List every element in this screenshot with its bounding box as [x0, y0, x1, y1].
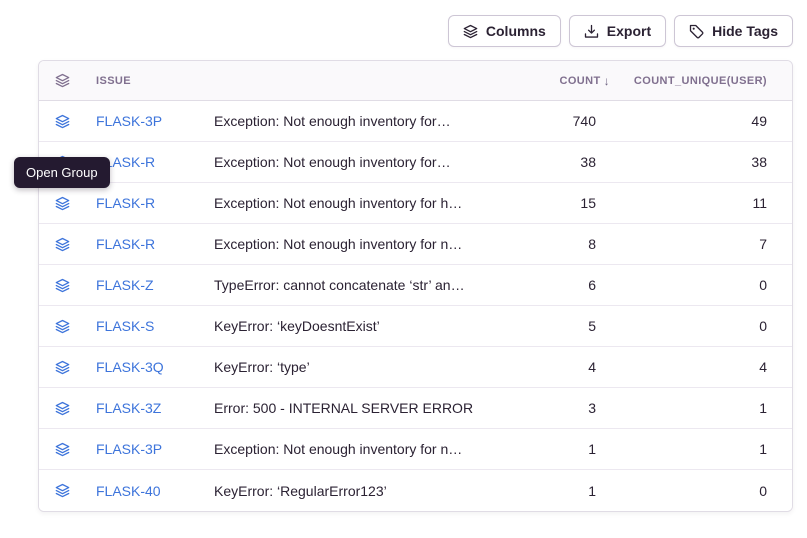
- issue-link[interactable]: FLASK-3P: [96, 113, 162, 129]
- columns-button-label: Columns: [486, 23, 546, 39]
- issue-title: Exception: Not enough inventory for n…: [214, 236, 502, 252]
- issue-stack-icon[interactable]: [55, 237, 70, 252]
- count-unique-value: 0: [622, 483, 792, 499]
- header-count-label: COUNT: [559, 75, 600, 87]
- issue-stack-icon-cell: [39, 237, 85, 252]
- count-unique-value: 0: [622, 318, 792, 334]
- table-row: FLASK-S KeyError: ‘keyDoesntExist’ 5 0: [39, 306, 792, 347]
- issue-stack-icon-cell: [39, 401, 85, 416]
- issue-link[interactable]: FLASK-40: [96, 483, 161, 499]
- count-value: 740: [502, 113, 622, 129]
- download-icon: [584, 24, 599, 39]
- issue-title: TypeError: cannot concatenate ‘str’ an…: [214, 277, 502, 293]
- count-unique-value: 1: [622, 441, 792, 457]
- issue-stack-icon-cell: [39, 442, 85, 457]
- count-value: 4: [502, 359, 622, 375]
- issue-link[interactable]: FLASK-3Q: [96, 359, 164, 375]
- table-header: ISSUE COUNT ↓ COUNT_UNIQUE(USER): [39, 61, 792, 101]
- export-button-label: Export: [607, 23, 651, 39]
- issue-title: Exception: Not enough inventory for…: [214, 154, 502, 170]
- count-value: 38: [502, 154, 622, 170]
- issue-link[interactable]: FLASK-R: [96, 236, 155, 252]
- count-unique-value: 38: [622, 154, 792, 170]
- issue-column-stack-icon: [55, 73, 70, 88]
- issue-stack-icon-cell: [39, 483, 85, 498]
- issue-title: KeyError: ‘type’: [214, 359, 502, 375]
- sort-descending-icon: ↓: [604, 74, 610, 88]
- table-row: FLASK-R Exception: Not enough inventory …: [39, 224, 792, 265]
- count-value: 3: [502, 400, 622, 416]
- count-value: 1: [502, 441, 622, 457]
- issue-stack-icon-cell: [39, 114, 85, 129]
- table-row: FLASK-R Exception: Not enough inventory …: [39, 142, 792, 183]
- table-row: FLASK-40 KeyError: ‘RegularError123’ 1 0: [39, 470, 792, 511]
- count-value: 1: [502, 483, 622, 499]
- issue-stack-icon-cell: [39, 360, 85, 375]
- hide-tags-button-label: Hide Tags: [712, 23, 778, 39]
- count-unique-value: 4: [622, 359, 792, 375]
- issue-stack-icon-cell: [39, 196, 85, 211]
- open-group-tooltip: Open Group: [14, 157, 110, 188]
- issue-title: Exception: Not enough inventory for h…: [214, 195, 502, 211]
- header-count-unique[interactable]: COUNT_UNIQUE(USER): [622, 75, 792, 87]
- issue-stack-icon[interactable]: [55, 278, 70, 293]
- issue-title: Error: 500 - INTERNAL SERVER ERROR: [214, 400, 502, 416]
- issue-link[interactable]: FLASK-3P: [96, 441, 162, 457]
- table-row: FLASK-Z TypeError: cannot concatenate ‘s…: [39, 265, 792, 306]
- issue-stack-icon[interactable]: [55, 483, 70, 498]
- issue-title: Exception: Not enough inventory for…: [214, 113, 502, 129]
- export-button[interactable]: Export: [569, 15, 666, 47]
- count-unique-value: 11: [622, 195, 792, 211]
- issue-stack-icon[interactable]: [55, 442, 70, 457]
- issue-link[interactable]: FLASK-Z: [96, 277, 154, 293]
- issue-stack-icon[interactable]: [55, 196, 70, 211]
- issue-stack-icon[interactable]: [55, 360, 70, 375]
- count-unique-value: 0: [622, 277, 792, 293]
- issue-stack-icon[interactable]: [55, 114, 70, 129]
- count-unique-value: 1: [622, 400, 792, 416]
- count-value: 5: [502, 318, 622, 334]
- results-table: ISSUE COUNT ↓ COUNT_UNIQUE(USER) FLASK-3…: [38, 60, 793, 512]
- table-row: FLASK-R Exception: Not enough inventory …: [39, 183, 792, 224]
- table-row: FLASK-3P Exception: Not enough inventory…: [39, 429, 792, 470]
- issue-title: Exception: Not enough inventory for n…: [214, 441, 502, 457]
- count-value: 8: [502, 236, 622, 252]
- issue-stack-icon[interactable]: [55, 319, 70, 334]
- issue-stack-icon-cell: [39, 278, 85, 293]
- issue-title: KeyError: ‘RegularError123’: [214, 483, 502, 499]
- columns-button[interactable]: Columns: [448, 15, 561, 47]
- toolbar: Columns Export Hide Tags: [448, 15, 793, 47]
- header-issue[interactable]: ISSUE: [85, 75, 214, 87]
- issue-stack-icon[interactable]: [55, 401, 70, 416]
- issue-stack-icon-cell: [39, 319, 85, 334]
- table-body: FLASK-3P Exception: Not enough inventory…: [39, 101, 792, 511]
- issue-link[interactable]: FLASK-R: [96, 195, 155, 211]
- issue-title: KeyError: ‘keyDoesntExist’: [214, 318, 502, 334]
- issue-link[interactable]: FLASK-S: [96, 318, 154, 334]
- table-row: FLASK-3P Exception: Not enough inventory…: [39, 101, 792, 142]
- table-row: FLASK-3Z Error: 500 - INTERNAL SERVER ER…: [39, 388, 792, 429]
- hide-tags-button[interactable]: Hide Tags: [674, 15, 793, 47]
- count-value: 6: [502, 277, 622, 293]
- header-count[interactable]: COUNT ↓: [502, 74, 622, 88]
- count-unique-value: 7: [622, 236, 792, 252]
- columns-stack-icon: [463, 24, 478, 39]
- count-value: 15: [502, 195, 622, 211]
- count-unique-value: 49: [622, 113, 792, 129]
- tag-icon: [689, 24, 704, 39]
- issue-link[interactable]: FLASK-3Z: [96, 400, 161, 416]
- issue-column-icon-cell: [39, 73, 85, 88]
- table-row: FLASK-3Q KeyError: ‘type’ 4 4: [39, 347, 792, 388]
